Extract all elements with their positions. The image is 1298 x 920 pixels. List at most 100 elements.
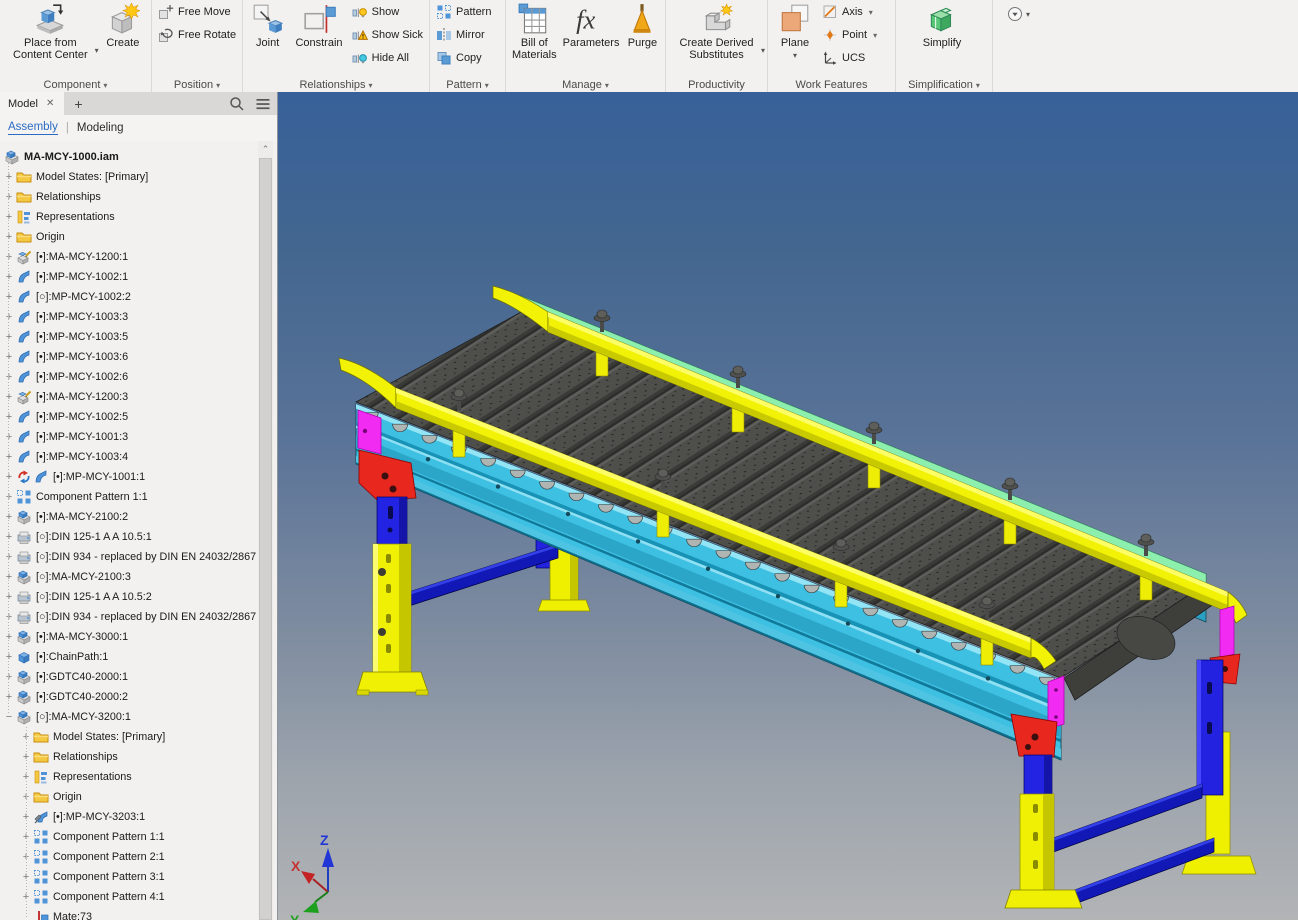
group-label-manage[interactable]: Manage▾	[506, 79, 665, 91]
tree-item-label[interactable]: Component Pattern 1:1	[36, 491, 148, 503]
purge-button[interactable]: Purge	[625, 2, 659, 49]
expand-icon[interactable]: +	[2, 191, 16, 203]
tab-modeling[interactable]: Modeling	[77, 122, 124, 134]
tree-row[interactable]: +[•]:MP-MCY-1003:3	[0, 307, 260, 327]
mirror-button[interactable]: Mirror	[436, 27, 491, 43]
tree-row[interactable]: +[•]:GDTC40-2000:1	[0, 667, 260, 687]
group-label-productivity[interactable]: Productivity	[666, 79, 767, 91]
close-icon[interactable]: ✕	[46, 98, 54, 109]
tree-row[interactable]: +Component Pattern 1:1	[0, 827, 277, 847]
tree-row[interactable]: + [•]:MA-MCY-1200:1	[0, 247, 260, 267]
tree-row[interactable]: +Origin	[0, 227, 260, 247]
tree-item-label[interactable]: [○]:MA-MCY-2100:3	[36, 571, 131, 583]
tree-row[interactable]: +[•]:MP-MCY-1003:6	[0, 347, 260, 367]
tree-row[interactable]: + [○]:DIN 934 - replaced by DIN EN 24032/…	[0, 607, 260, 627]
tree-item-label[interactable]: Representations	[53, 771, 132, 783]
copy-button[interactable]: Copy	[436, 50, 491, 66]
create-derived-substitutes-button[interactable]: Create Derived Substitutes ▾	[672, 2, 761, 61]
tree-item-label[interactable]: [•]:ChainPath:1	[36, 651, 108, 663]
tree-item-label[interactable]: Representations	[36, 211, 115, 223]
tree-row[interactable]: + [•]:ChainPath:1	[0, 647, 260, 667]
tree-item-label[interactable]: [•]:MP-MCY-1002:5	[36, 411, 128, 423]
expand-icon[interactable]: +	[2, 531, 16, 543]
tree-row[interactable]: +[•]:GDTC40-2000:2	[0, 687, 260, 707]
tree-item-label[interactable]: [•]:MP-MCY-1003:4	[36, 451, 128, 463]
tree-item-label[interactable]: [•]:MA-MCY-1200:1	[36, 251, 128, 263]
tree-item-label[interactable]: [•]:MA-MCY-3000:1	[36, 631, 128, 643]
menu-icon[interactable]	[255, 96, 271, 112]
tree-item-label[interactable]: [○]:DIN 125-1 A A 10.5:1	[36, 531, 152, 543]
scroll-up-icon[interactable]: ⌃	[258, 141, 273, 157]
point-button[interactable]: Point ▾	[822, 27, 877, 43]
add-tab-button[interactable]: +	[74, 96, 82, 112]
search-icon[interactable]	[229, 96, 245, 112]
left-cross-brace[interactable]	[409, 544, 558, 606]
tree-item-label[interactable]: [•]:MP-MCY-1001:1	[53, 471, 145, 483]
tree-item-label[interactable]: [○]:DIN 934 - replaced by DIN EN 24032/2…	[36, 611, 256, 623]
tree-item-label[interactable]: [•]:MP-MCY-3203:1	[53, 811, 145, 823]
bill-of-materials-button[interactable]: Bill of Materials	[512, 2, 557, 61]
plane-button[interactable]: Plane ▾	[774, 2, 816, 62]
chevron-down-icon[interactable]: ▾	[1026, 10, 1030, 19]
tree-item-label[interactable]: [•]:GDTC40-2000:2	[36, 691, 128, 703]
tree-item-label[interactable]: Origin	[36, 231, 65, 243]
expand-icon[interactable]: +	[2, 271, 16, 283]
expand-icon[interactable]: +	[2, 651, 16, 663]
tree-row[interactable]: Mate:73	[0, 907, 277, 920]
expand-icon[interactable]: +	[2, 411, 16, 423]
tree-item-label[interactable]: Mate:73	[53, 911, 92, 920]
front-right-leg[interactable]	[1005, 714, 1082, 908]
expand-icon[interactable]: +	[2, 591, 16, 603]
expand-icon[interactable]: +	[2, 551, 16, 563]
group-label-work-features[interactable]: Work Features	[768, 79, 895, 91]
tree-row[interactable]: +Model States: [Primary]	[0, 167, 260, 187]
tree-item-label[interactable]: [○]:MA-MCY-3200:1	[36, 711, 131, 723]
expand-icon[interactable]: +	[2, 291, 16, 303]
tree-item-label[interactable]: [•]:MP-MCY-1002:1	[36, 271, 128, 283]
expand-icon[interactable]: +	[2, 611, 16, 623]
tree-item-label[interactable]: [•]:MP-MCY-1002:6	[36, 371, 128, 383]
expand-icon[interactable]: +	[2, 251, 16, 263]
tree-row[interactable]: +Component Pattern 1:1	[0, 487, 260, 507]
tree-row[interactable]: − [○]:MA-MCY-3200:1	[0, 707, 260, 727]
expand-icon[interactable]: +	[2, 331, 16, 343]
tree-row[interactable]: + Representations	[0, 207, 260, 227]
tree-row[interactable]: +Component Pattern 4:1	[0, 887, 277, 907]
create-button[interactable]: Create	[101, 2, 145, 49]
expand-icon[interactable]: +	[2, 671, 16, 683]
place-from-content-center-button[interactable]: Place from Content Center ▾	[6, 2, 95, 61]
expand-icon[interactable]: +	[2, 211, 16, 223]
tab-model[interactable]: Model ✕	[0, 92, 64, 115]
tree-row[interactable]: +Origin	[0, 787, 277, 807]
simplify-button[interactable]: Simplify	[914, 2, 970, 49]
joint-button[interactable]: Joint	[249, 2, 286, 49]
group-label-simplification[interactable]: Simplification▾	[896, 79, 992, 91]
expand-icon[interactable]: +	[2, 511, 16, 523]
tree-item-label[interactable]: Relationships	[53, 751, 118, 763]
show-sick-button[interactable]: Show Sick	[352, 27, 423, 43]
tree-item-label[interactable]: MA-MCY-1000.iam	[24, 151, 119, 163]
expand-icon[interactable]: +	[2, 171, 16, 183]
axis-button[interactable]: Axis ▾	[822, 4, 877, 20]
tree-row[interactable]: + [○]:DIN 125-1 A A 10.5:1	[0, 527, 260, 547]
expand-icon[interactable]: +	[2, 451, 16, 463]
parameters-button[interactable]: fx Parameters	[563, 2, 620, 49]
tree-row[interactable]: +[•]:MA-MCY-2100:2	[0, 507, 260, 527]
tree-row[interactable]: + [•]:MP-MCY-1002:5	[0, 407, 260, 427]
expand-icon[interactable]: +	[2, 311, 16, 323]
tree-row[interactable]: +Model States: [Primary]	[0, 727, 277, 747]
expand-icon[interactable]: +	[2, 571, 16, 583]
right-cross-braces[interactable]	[1048, 784, 1214, 908]
tree-item-label[interactable]: Component Pattern 3:1	[53, 871, 165, 883]
tree-row[interactable]: +[•]:MA-MCY-1200:3	[0, 387, 260, 407]
tree-row[interactable]: +[○]:MP-MCY-1002:2	[0, 287, 260, 307]
expand-icon[interactable]: +	[2, 391, 16, 403]
tree-row[interactable]: MA-MCY-1000.iam	[0, 147, 262, 167]
tree-row[interactable]: +Component Pattern 2:1	[0, 847, 277, 867]
collapse-icon[interactable]: −	[2, 711, 16, 723]
tree-row[interactable]: +[○]:DIN 125-1 A A 10.5:2	[0, 587, 260, 607]
group-label-component[interactable]: Component▾	[0, 79, 151, 91]
viewport-3d[interactable]: Z X Y	[277, 92, 1298, 920]
expand-icon[interactable]: +	[2, 431, 16, 443]
group-label-relationships[interactable]: Relationships▾	[243, 79, 429, 91]
